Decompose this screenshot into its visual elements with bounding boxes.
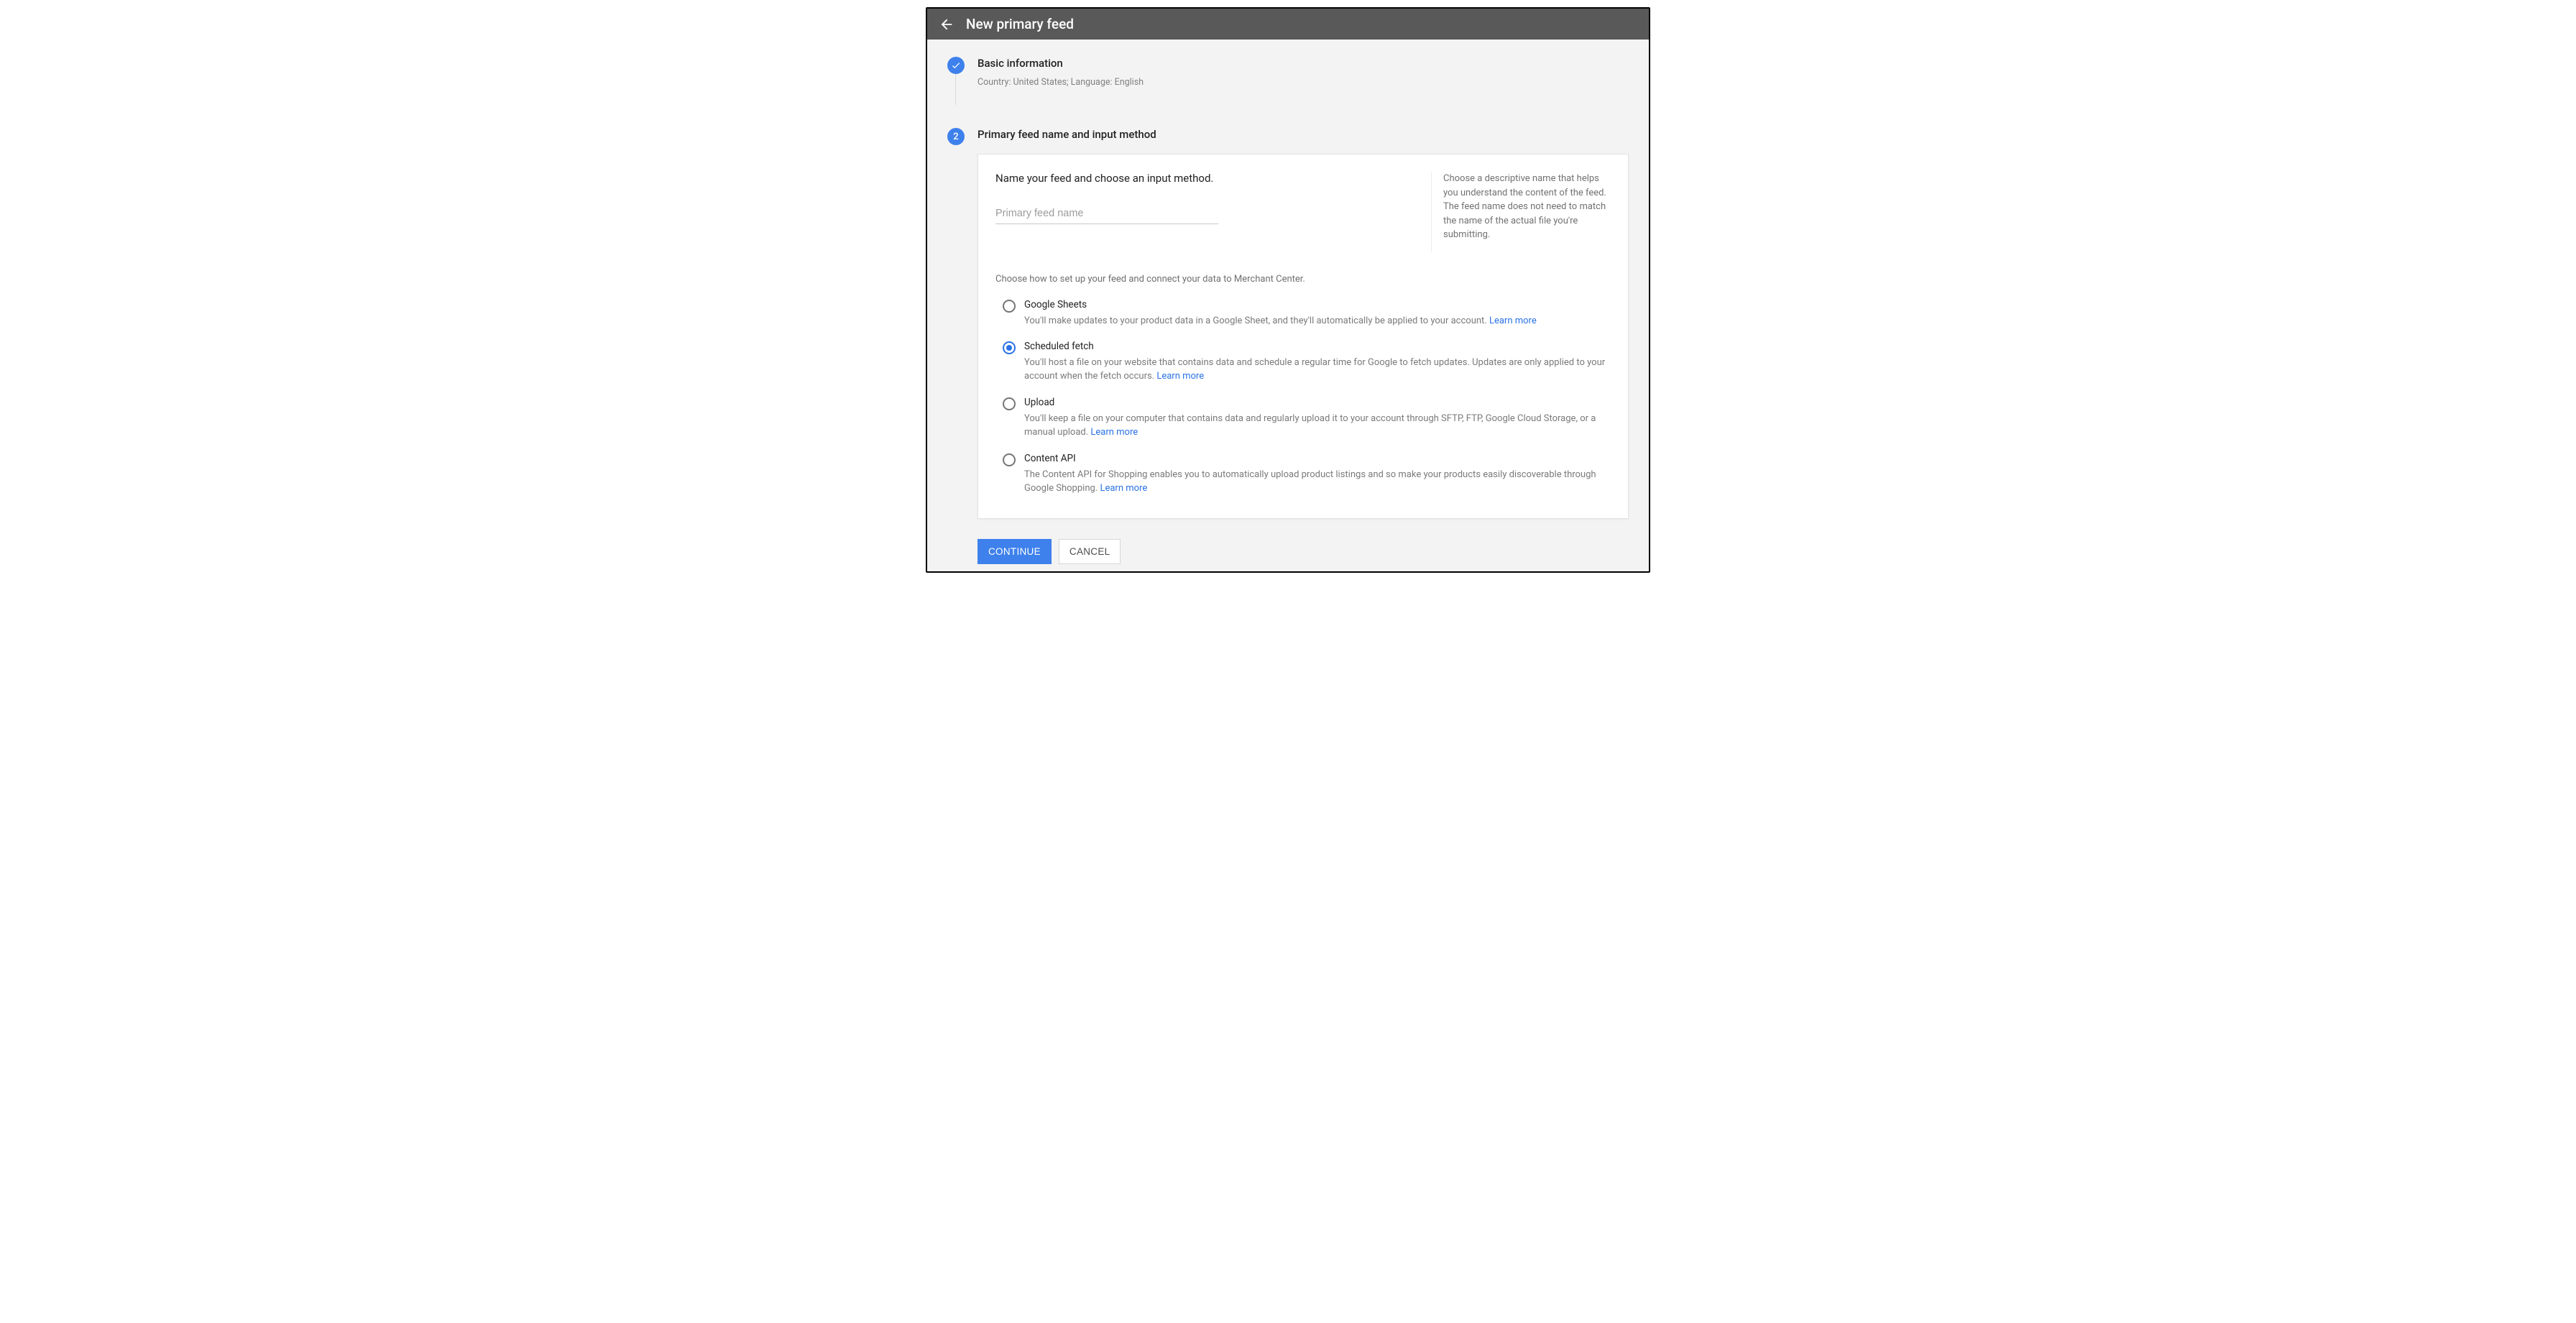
option-desc: You'll keep a file on your computer that… <box>1024 412 1611 440</box>
action-buttons: CONTINUE CANCEL <box>947 539 1629 564</box>
option-google-sheets[interactable]: Google Sheets You'll make updates to you… <box>995 295 1611 337</box>
radio-scheduled-fetch[interactable] <box>1003 341 1016 354</box>
dialog-window: New primary feed Basic information Count… <box>926 7 1650 573</box>
dialog-body: Basic information Country: United States… <box>927 40 1649 571</box>
form-prompt: Name your feed and choose an input metho… <box>995 172 1411 185</box>
option-desc: You'll host a file on your website that … <box>1024 356 1611 384</box>
option-upload[interactable]: Upload You'll keep a file on your comput… <box>995 392 1611 448</box>
step-number-icon: 2 <box>947 128 965 145</box>
option-content-api[interactable]: Content API The Content API for Shopping… <box>995 448 1611 504</box>
learn-more-link[interactable]: Learn more <box>1156 371 1204 382</box>
check-icon <box>947 57 965 74</box>
cancel-button[interactable]: CANCEL <box>1059 539 1121 564</box>
learn-more-link[interactable]: Learn more <box>1090 427 1138 438</box>
step-connector <box>955 74 956 105</box>
option-desc: You'll make updates to your product data… <box>1024 315 1611 328</box>
step1-title: Basic information <box>978 57 1629 70</box>
radio-content-api[interactable] <box>1003 453 1016 466</box>
step-basic-information: Basic information Country: United States… <box>947 57 1629 88</box>
stepper: Basic information Country: United States… <box>947 57 1629 519</box>
learn-more-link[interactable]: Learn more <box>1489 315 1537 326</box>
option-desc: The Content API for Shopping enables you… <box>1024 469 1611 496</box>
learn-more-link[interactable]: Learn more <box>1100 483 1147 494</box>
input-method-options: Google Sheets You'll make updates to you… <box>995 295 1611 504</box>
radio-google-sheets[interactable] <box>1003 300 1016 313</box>
dialog-title: New primary feed <box>966 16 1074 32</box>
help-text: Choose a descriptive name that helps you… <box>1431 172 1611 252</box>
option-title: Scheduled fetch <box>1024 341 1611 352</box>
option-title: Google Sheets <box>1024 299 1611 310</box>
option-scheduled-fetch[interactable]: Scheduled fetch You'll host a file on yo… <box>995 336 1611 392</box>
option-title: Upload <box>1024 397 1611 408</box>
continue-button[interactable]: CONTINUE <box>978 539 1052 564</box>
back-arrow-icon[interactable] <box>939 17 954 32</box>
option-title: Content API <box>1024 453 1611 464</box>
dialog-header: New primary feed <box>927 9 1649 40</box>
form-card: Name your feed and choose an input metho… <box>978 154 1629 519</box>
feed-name-input[interactable] <box>995 205 1218 224</box>
choose-method-text: Choose how to set up your feed and conne… <box>995 274 1611 285</box>
step2-title: Primary feed name and input method <box>978 128 1629 141</box>
radio-upload[interactable] <box>1003 397 1016 410</box>
step1-subtitle: Country: United States; Language: Englis… <box>978 77 1629 88</box>
step-feed-name: 2 Primary feed name and input method Nam… <box>947 128 1629 519</box>
